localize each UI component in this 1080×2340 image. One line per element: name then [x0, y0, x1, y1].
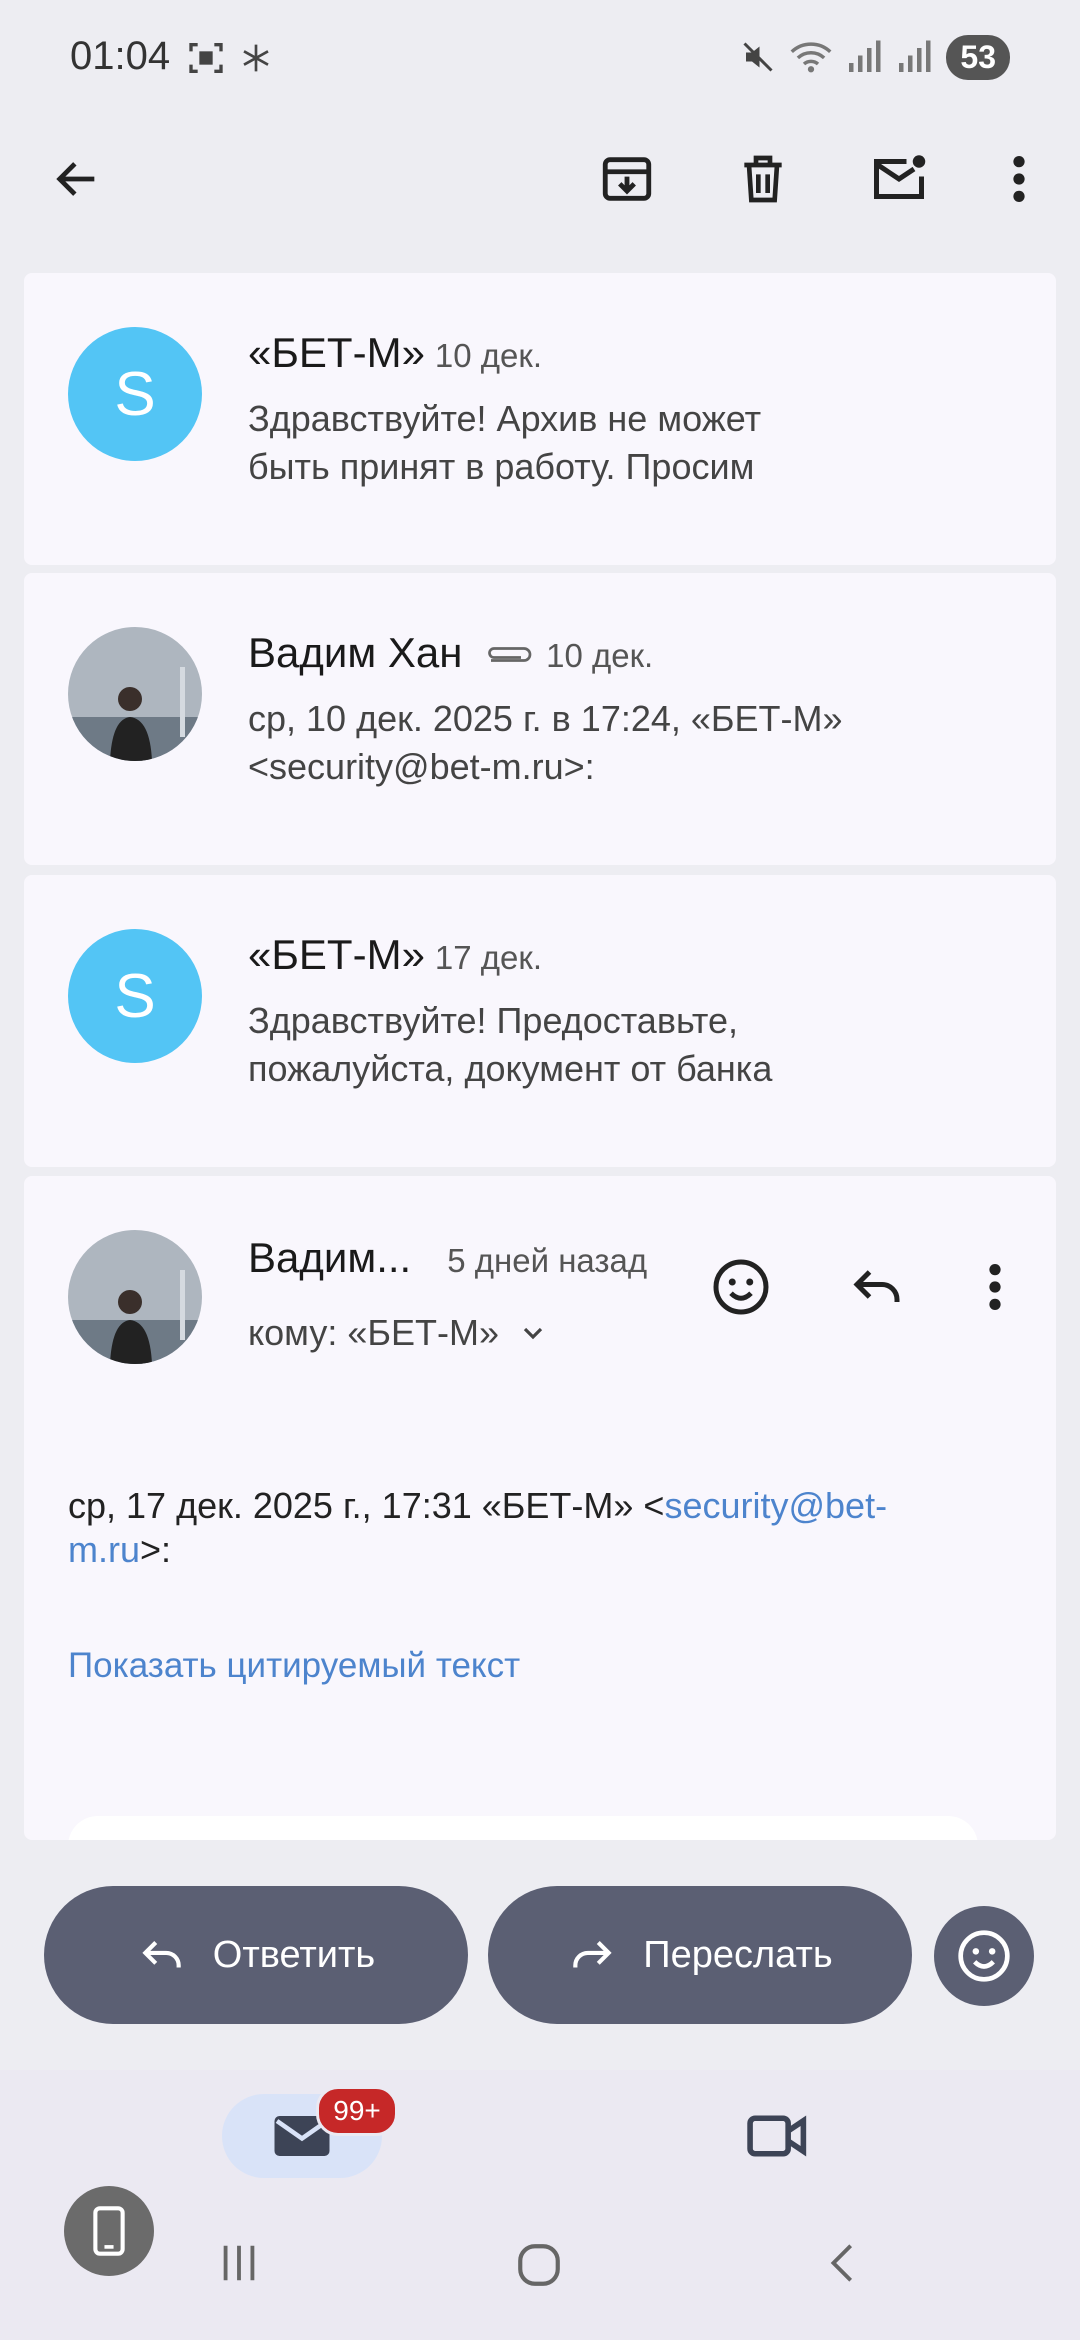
- avatar: S: [68, 929, 202, 1063]
- status-bar: 01:04 53: [0, 0, 1080, 118]
- recent-apps-icon: [223, 2245, 255, 2281]
- emoji-icon: [713, 1259, 769, 1315]
- reply-label: Ответить: [212, 1933, 376, 1976]
- app-bar: [0, 118, 1080, 270]
- floating-phone-button[interactable]: [64, 2186, 154, 2276]
- message-date: 5 дней назад: [447, 1242, 648, 1279]
- video-camera-icon: [747, 2115, 807, 2157]
- delete-button[interactable]: [718, 134, 808, 224]
- avatar: [68, 1230, 202, 1364]
- status-right-icons: 53: [740, 32, 1010, 82]
- snowflake-icon: [243, 44, 269, 72]
- unread-badge: 99+: [316, 2086, 398, 2136]
- message-sender-line: «БЕТ-М» 17 дек.: [248, 931, 542, 979]
- more-vertical-icon: [1013, 156, 1025, 202]
- status-left-icons: [186, 38, 272, 78]
- sender-name: Вадим...: [248, 1234, 412, 1281]
- reply-button[interactable]: Ответить: [44, 1886, 468, 2024]
- message-snippet: Здравствуйте! Архив не может быть принят…: [248, 398, 762, 487]
- message-card[interactable]: Вадим Хан 10 дек. ср, 10 дек. 2025 г. в …: [24, 573, 1056, 865]
- message-more-button[interactable]: [950, 1242, 1040, 1332]
- reply-icon: [853, 1270, 900, 1302]
- home-icon: [518, 2244, 560, 2286]
- mail-unread-icon: [874, 155, 926, 199]
- bottom-navigation: [0, 2070, 1080, 2340]
- phone-icon: [93, 2206, 125, 2256]
- arrow-left-icon: [56, 162, 95, 196]
- open-message: Вадим... 5 дней назад кому: «БЕТ-М» ср, 1…: [24, 1176, 1056, 1840]
- forward-icon: [573, 1941, 612, 1968]
- emoji-icon: [958, 1930, 1010, 1982]
- chevron-down-icon: [523, 1327, 543, 1340]
- nav-meet-tab[interactable]: [736, 2104, 820, 2168]
- show-quoted-text-link[interactable]: Показать цитируемый текст: [68, 1646, 520, 1686]
- archive-button[interactable]: [582, 134, 672, 224]
- signal-icon: [849, 40, 881, 72]
- reply-icon-button[interactable]: [832, 1242, 922, 1332]
- signal-icon-2: [899, 40, 931, 72]
- emoji-reaction-button[interactable]: [934, 1906, 1034, 2006]
- message-sender-line: «БЕТ-М» 10 дек.: [248, 329, 542, 377]
- reaction-bar: [68, 1816, 978, 1840]
- system-back-button[interactable]: [820, 2240, 866, 2291]
- message-date: 10 дек.: [546, 637, 654, 674]
- message-sender-line: Вадим Хан 10 дек.: [248, 629, 653, 677]
- message-snippet: ср, 10 дек. 2025 г. в 17:24, «БЕТ-М» <se…: [248, 698, 843, 787]
- avatar: S: [68, 327, 202, 461]
- battery-level: 53: [946, 34, 1010, 80]
- sender-name: «БЕТ-М»: [248, 931, 425, 978]
- attachment-icon: [488, 647, 532, 662]
- wifi-icon: [790, 42, 832, 73]
- status-time: 01:04: [70, 34, 171, 78]
- forward-button[interactable]: Переслать: [488, 1886, 912, 2024]
- add-reaction-button[interactable]: [696, 1242, 786, 1332]
- more-vertical-icon: [989, 1264, 1001, 1310]
- avatar: [68, 627, 202, 761]
- mute-icon: [743, 42, 773, 72]
- message-card[interactable]: S «БЕТ-М» 17 дек. Здравствуйте! Предостав…: [24, 875, 1056, 1167]
- more-options-button[interactable]: [974, 134, 1064, 224]
- message-sender-line: Вадим... 5 дней назад: [248, 1234, 647, 1282]
- message-date: 17 дек.: [434, 939, 543, 976]
- mark-unread-button[interactable]: [854, 134, 944, 224]
- home-button[interactable]: [514, 2240, 564, 2295]
- message-card[interactable]: S «БЕТ-М» 10 дек. Здравствуйте! Архив не …: [24, 273, 1056, 565]
- reply-icon: [142, 1941, 181, 1968]
- email-link-continued[interactable]: m.ru: [68, 1529, 140, 1570]
- recent-apps-button[interactable]: [216, 2240, 262, 2291]
- quoted-header: ср, 17 дек. 2025 г., 17:31 «БЕТ-М» <secu…: [68, 1485, 888, 1570]
- sender-name: «БЕТ-М»: [248, 329, 425, 376]
- recipient-label: кому: «БЕТ-М»: [248, 1312, 499, 1353]
- forward-label: Переслать: [643, 1933, 833, 1976]
- email-link[interactable]: security@bet-: [664, 1485, 887, 1526]
- message-date: 10 дек.: [434, 337, 543, 374]
- sender-name: Вадим Хан: [248, 629, 463, 676]
- chevron-left-icon: [830, 2244, 853, 2282]
- recipient-toggle[interactable]: кому: «БЕТ-М»: [248, 1312, 549, 1354]
- archive-icon: [602, 157, 652, 201]
- screenshot-icon: [189, 43, 223, 73]
- trash-icon: [744, 155, 782, 203]
- back-button[interactable]: [32, 134, 122, 224]
- message-snippet: Здравствуйте! Предоставьте, пожалуйста, …: [248, 1000, 773, 1089]
